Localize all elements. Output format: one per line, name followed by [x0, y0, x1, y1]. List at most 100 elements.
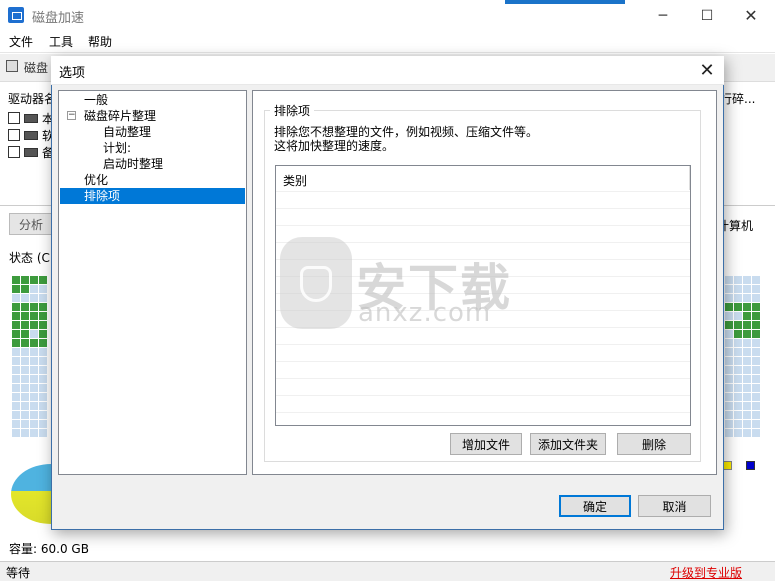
cluster-cell — [30, 294, 38, 302]
cluster-cell — [39, 375, 47, 383]
brand-strip — [505, 0, 625, 4]
app-icon — [8, 7, 24, 23]
cluster-cell — [30, 339, 38, 347]
cluster-cell — [12, 348, 20, 356]
cluster-cell — [752, 303, 760, 311]
drive-row[interactable]: 软 — [8, 127, 54, 143]
cluster-cell — [39, 384, 47, 392]
menu-tools[interactable]: 工具 — [49, 33, 73, 50]
cluster-cell — [39, 402, 47, 410]
drive-checkbox[interactable] — [8, 146, 20, 158]
tree-item-general[interactable]: 一般 — [84, 92, 108, 108]
drive-checkbox[interactable] — [8, 112, 20, 124]
legend-swatch-used — [746, 461, 755, 470]
cluster-cell — [30, 411, 38, 419]
fragment-column-header[interactable]: 行碎... — [720, 90, 755, 107]
maximize-button[interactable]: ☐ — [685, 0, 729, 31]
cluster-cell — [734, 393, 742, 401]
legend-swatch-free — [723, 461, 732, 470]
cluster-cell — [752, 357, 760, 365]
cluster-cell — [743, 366, 751, 374]
cluster-cell — [12, 429, 20, 437]
cluster-cell — [21, 393, 29, 401]
cluster-cell — [752, 339, 760, 347]
cluster-cell — [21, 384, 29, 392]
list-column-header[interactable]: 类别 — [283, 172, 307, 189]
cluster-cell — [30, 303, 38, 311]
tree-item-optimize[interactable]: 优化 — [84, 172, 108, 188]
cluster-cell — [734, 384, 742, 392]
cluster-cell — [21, 294, 29, 302]
cluster-cell — [21, 339, 29, 347]
menu-bar — [0, 31, 775, 53]
cluster-cell — [752, 366, 760, 374]
add-file-button[interactable]: 增加文件 — [450, 433, 522, 455]
cluster-cell — [725, 393, 733, 401]
delete-button[interactable]: 删除 — [617, 433, 691, 455]
cluster-cell — [39, 348, 47, 356]
status-bar — [0, 561, 775, 581]
cluster-cell — [743, 375, 751, 383]
close-button[interactable]: ✕ — [729, 0, 773, 31]
cluster-cell — [21, 411, 29, 419]
cluster-cell — [734, 339, 742, 347]
cluster-cell — [30, 321, 38, 329]
analyze-button[interactable]: 分析 — [9, 213, 53, 235]
list-row-separator — [276, 412, 690, 413]
cluster-cell — [39, 285, 47, 293]
cluster-cell — [39, 312, 47, 320]
list-row-separator — [276, 225, 690, 226]
cluster-cell — [752, 429, 760, 437]
tree-item-boot-defrag[interactable]: 启动时整理 — [103, 156, 163, 172]
cancel-button[interactable]: 取消 — [638, 495, 711, 517]
cluster-cell — [21, 285, 29, 293]
menu-file[interactable]: 文件 — [9, 33, 33, 50]
cluster-cell — [734, 312, 742, 320]
cluster-cell — [752, 393, 760, 401]
cluster-cell — [30, 276, 38, 284]
cluster-cell — [39, 339, 47, 347]
cluster-cell — [725, 330, 733, 338]
cluster-cell — [725, 276, 733, 284]
cluster-cell — [725, 312, 733, 320]
cluster-cell — [30, 348, 38, 356]
cluster-cell — [743, 330, 751, 338]
cluster-cell — [743, 285, 751, 293]
cluster-cell — [30, 312, 38, 320]
cluster-cell — [39, 276, 47, 284]
cluster-cell — [12, 411, 20, 419]
cluster-cell — [734, 348, 742, 356]
drive-column-header[interactable]: 驱动器名 — [8, 90, 56, 107]
tree-item-exclusions[interactable]: 排除项 — [84, 188, 120, 204]
upgrade-link[interactable]: 升级到专业版 — [670, 564, 742, 581]
dialog-title-bar — [51, 56, 724, 85]
cluster-cell — [743, 303, 751, 311]
cluster-cell — [30, 366, 38, 374]
tree-collapse-toggle[interactable]: − — [67, 111, 76, 120]
cluster-cell — [21, 429, 29, 437]
watermark-subtext: anxz.com — [358, 298, 492, 328]
drive-icon — [24, 147, 38, 157]
tree-item-auto-defrag[interactable]: 自动整理 — [103, 124, 151, 140]
cluster-cell — [21, 366, 29, 374]
minimize-button[interactable]: ─ — [641, 0, 685, 31]
menu-help[interactable]: 帮助 — [88, 33, 112, 50]
cluster-cell — [21, 357, 29, 365]
tree-item-defrag[interactable]: 磁盘碎片整理 — [84, 108, 156, 124]
add-folder-button[interactable]: 添加文件夹 — [530, 433, 606, 455]
ok-button[interactable]: 确定 — [559, 495, 631, 517]
cluster-cell — [21, 312, 29, 320]
cluster-cell — [21, 375, 29, 383]
drive-row[interactable]: 本 — [8, 110, 54, 126]
drive-row[interactable]: 备 — [8, 144, 54, 160]
cluster-cell — [12, 330, 20, 338]
tree-item-schedule[interactable]: 计划: — [103, 140, 131, 156]
dialog-close-button[interactable]: ✕ — [690, 57, 724, 84]
list-row-separator — [276, 395, 690, 396]
cluster-cell — [12, 384, 20, 392]
cluster-cell — [752, 330, 760, 338]
cluster-cell — [734, 366, 742, 374]
cluster-cell — [39, 357, 47, 365]
drive-checkbox[interactable] — [8, 129, 20, 141]
cluster-cell — [752, 411, 760, 419]
